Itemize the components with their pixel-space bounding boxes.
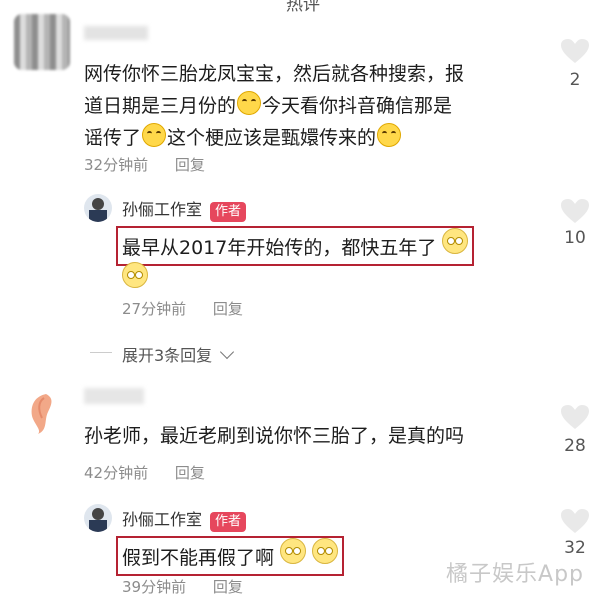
- reply-button[interactable]: 回复: [175, 464, 205, 482]
- author-name[interactable]: 孙俪工作室 作者: [122, 506, 247, 532]
- reply-meta: 27分钟前 回复: [122, 298, 243, 319]
- avatar[interactable]: [14, 14, 70, 70]
- top-title: 热评: [286, 0, 320, 15]
- like-button[interactable]: [560, 404, 590, 430]
- divider: [90, 352, 112, 353]
- username[interactable]: [84, 26, 148, 40]
- like-count: 2: [569, 70, 581, 90]
- reply-meta: 39分钟前 回复: [122, 576, 243, 597]
- like-button[interactable]: [560, 38, 590, 64]
- reply-button[interactable]: 回复: [213, 300, 243, 318]
- heart-icon: [561, 199, 589, 223]
- avatar-image: [31, 394, 52, 434]
- grin-emoji-icon: [377, 123, 402, 147]
- like-button[interactable]: [560, 508, 590, 534]
- like-count: 28: [564, 436, 586, 456]
- emoji-line: [122, 262, 148, 292]
- unamused-emoji-icon: [280, 538, 307, 564]
- author-badge: 作者: [210, 512, 247, 532]
- reply-text: 最早从2017年开始传的，都快五年了: [116, 226, 475, 266]
- timestamp: 27分钟前: [122, 300, 187, 318]
- comment-meta: 32分钟前 回复: [84, 154, 205, 175]
- comment-text: 孙老师，最近老刷到说你怀三胎了，是真的吗: [84, 425, 465, 447]
- like-count: 10: [564, 228, 586, 248]
- username[interactable]: [84, 388, 144, 404]
- expand-replies-button[interactable]: 展开3条回复: [122, 342, 235, 366]
- laugh-cry-emoji-icon: [237, 91, 262, 115]
- reply-button[interactable]: 回复: [175, 156, 205, 174]
- avatar[interactable]: [14, 380, 70, 436]
- timestamp: 39分钟前: [122, 578, 187, 596]
- heart-icon: [561, 405, 589, 429]
- reply-button[interactable]: 回复: [213, 578, 243, 596]
- like-button[interactable]: [560, 198, 590, 224]
- smirk-emoji-icon: [442, 228, 469, 254]
- unamused-emoji-icon: [312, 538, 339, 564]
- heart-icon: [561, 39, 589, 63]
- timestamp: 42分钟前: [84, 464, 149, 482]
- timestamp: 32分钟前: [84, 156, 149, 174]
- heart-icon: [561, 509, 589, 533]
- smirk-emoji-icon: [122, 262, 148, 288]
- comment-text: 网传你怀三胎龙凤宝宝，然后就各种搜索，报 道日期是三月份的 今天看你抖音确信那是 …: [84, 63, 465, 149]
- comment-meta: 42分钟前 回复: [84, 462, 205, 483]
- author-avatar[interactable]: [84, 504, 112, 532]
- author-badge: 作者: [210, 202, 247, 222]
- reply-text: 假到不能再假了啊: [116, 536, 345, 576]
- author-avatar[interactable]: [84, 194, 112, 222]
- author-name[interactable]: 孙俪工作室 作者: [122, 196, 247, 222]
- laugh-cry-emoji-icon: [142, 123, 167, 147]
- watermark: 橘子娱乐App: [446, 562, 584, 587]
- chevron-down-icon: [220, 344, 235, 360]
- like-count: 32: [564, 538, 586, 558]
